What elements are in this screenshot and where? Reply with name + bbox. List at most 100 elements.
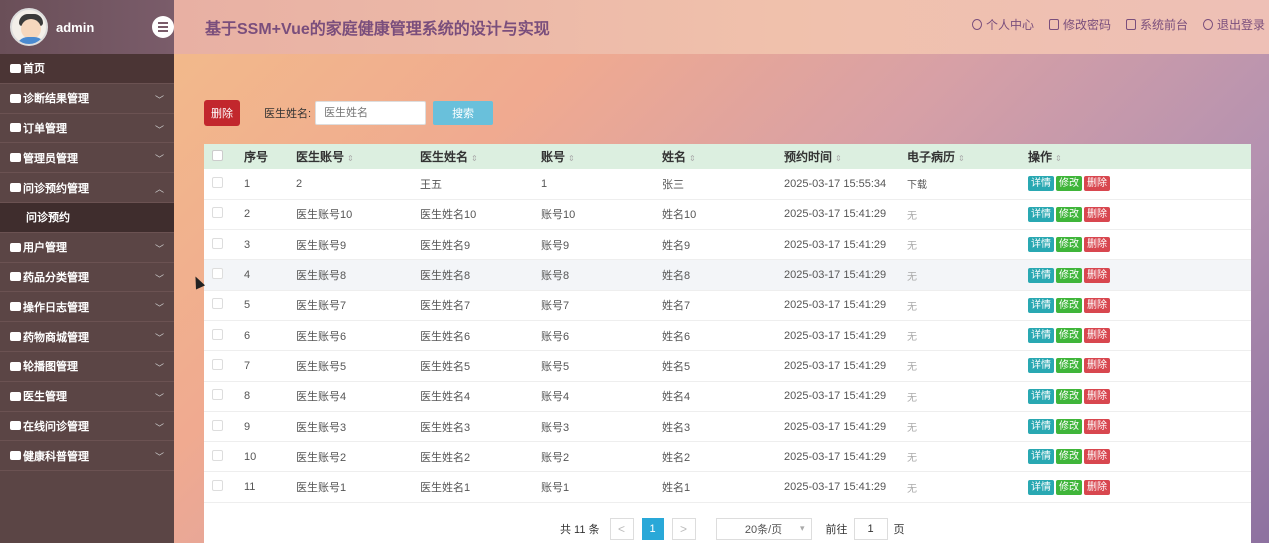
delete-button[interactable]: 删除 — [1084, 237, 1110, 253]
row-checkbox[interactable] — [212, 328, 223, 340]
chevron-down-icon: ﹀ — [154, 422, 164, 433]
detail-button[interactable]: 详情 — [1028, 449, 1054, 465]
home-icon — [1125, 19, 1136, 30]
edit-button[interactable]: 修改 — [1056, 419, 1082, 435]
goto-page-input[interactable]: 1 — [853, 518, 888, 540]
edit-button[interactable]: 修改 — [1056, 388, 1082, 404]
row-checkbox[interactable] — [212, 389, 223, 401]
cell-acc: 账号1 — [541, 482, 570, 495]
edit-button[interactable]: 修改 — [1056, 479, 1082, 495]
sidebar-item-12[interactable]: 在线问诊管理 ﹀ — [0, 411, 174, 442]
sidebar-item-3[interactable]: 管理员管理 ﹀ — [0, 143, 174, 174]
sidebar-item-7[interactable]: 药品分类管理 ﹀ — [0, 262, 174, 293]
row-checkbox[interactable] — [212, 449, 223, 461]
detail-button[interactable]: 详情 — [1028, 388, 1054, 404]
sidebar-item-1[interactable]: 诊断结果管理 ﹀ — [0, 83, 174, 114]
sidebar-item-9[interactable]: 药物商城管理 ﹀ — [0, 322, 174, 352]
menu-icon — [10, 123, 21, 133]
select-all-checkbox[interactable] — [212, 149, 223, 161]
delete-button[interactable]: 删除 — [1084, 206, 1110, 222]
cell-doc_acc: 医生账号3 — [296, 421, 347, 434]
edit-button[interactable]: 修改 — [1056, 267, 1082, 283]
row-checkbox[interactable] — [212, 207, 223, 219]
profile-link[interactable]: 个人中心 — [971, 16, 1034, 33]
sidebar-item-11[interactable]: 医生管理 ﹀ — [0, 381, 174, 412]
sidebar-item-8[interactable]: 操作日志管理 ﹀ — [0, 292, 174, 323]
search-button[interactable]: 搜索 — [433, 101, 494, 125]
menu-collapse-icon[interactable] — [152, 16, 174, 38]
col-header-name[interactable]: 姓名 ⇕ — [662, 144, 784, 169]
row-checkbox[interactable] — [212, 237, 223, 249]
detail-button[interactable]: 详情 — [1028, 479, 1054, 495]
delete-button[interactable]: 删除 — [1084, 449, 1110, 465]
detail-button[interactable]: 详情 — [1028, 297, 1054, 313]
row-checkbox[interactable] — [212, 176, 223, 188]
edit-button[interactable]: 修改 — [1056, 206, 1082, 222]
col-header-account[interactable]: 账号 ⇕ — [541, 144, 662, 169]
delete-button[interactable]: 删除 — [1084, 388, 1110, 404]
sidebar-item-0[interactable]: 首页 — [0, 54, 174, 84]
detail-button[interactable]: 详情 — [1028, 358, 1054, 374]
appointment-table: 序号 医生账号 ⇕ 医生姓名 ⇕ 账号 ⇕ 姓名 ⇕ 预约时间 ⇕ 电子病历 ⇕ 操作 ⇕ 1… — [204, 144, 1251, 543]
sidebar-item-10[interactable]: 轮播图管理 ﹀ — [0, 351, 174, 382]
detail-button[interactable]: 详情 — [1028, 206, 1054, 222]
delete-button[interactable]: 删除 — [1084, 267, 1110, 283]
page-number-current[interactable]: 1 — [641, 518, 664, 540]
prev-page-button[interactable]: < — [609, 518, 634, 540]
col-header-record[interactable]: 电子病历 ⇕ — [907, 144, 1028, 169]
logout-link[interactable]: 退出登录 — [1202, 16, 1265, 33]
cell-no: 10 — [244, 450, 257, 463]
edit-button[interactable]: 修改 — [1056, 328, 1082, 344]
edit-button[interactable]: 修改 — [1056, 237, 1082, 253]
detail-button[interactable]: 详情 — [1028, 237, 1054, 253]
change-password-link[interactable]: 修改密码 — [1048, 16, 1111, 33]
frontend-link[interactable]: 系统前台 — [1125, 16, 1188, 33]
col-header-time[interactable]: 预约时间 ⇕ — [784, 144, 907, 169]
edit-button[interactable]: 修改 — [1056, 176, 1082, 192]
col-header-actions[interactable]: 操作 ⇕ — [1028, 144, 1251, 169]
sidebar: admin 首页 诊断结果管理 ﹀ 订单管理 ﹀ 管理员管理 ﹀ 问诊预约管理 ︿ 问诊预约 用户管… — [0, 0, 174, 543]
delete-button[interactable]: 删除 — [1084, 479, 1110, 495]
pagination-total: 共 11 条 — [560, 524, 600, 536]
row-checkbox[interactable] — [212, 480, 223, 492]
delete-button[interactable]: 删除 — [1084, 297, 1110, 313]
cell-acc: 账号2 — [541, 451, 570, 464]
cell-record[interactable]: 下载 — [907, 180, 927, 191]
batch-delete-button[interactable]: 删除 — [204, 100, 240, 126]
delete-button[interactable]: 删除 — [1084, 419, 1110, 435]
delete-button[interactable]: 删除 — [1084, 176, 1110, 192]
sidebar-item-5[interactable]: 问诊预约 — [0, 202, 174, 233]
row-checkbox[interactable] — [212, 419, 223, 431]
doctor-name-search-input[interactable] — [315, 101, 427, 125]
cell-time: 2025-03-17 15:41:29 — [784, 238, 887, 251]
chevron-down-icon: ﹀ — [154, 333, 164, 344]
row-checkbox[interactable] — [212, 358, 223, 370]
cell-doc_acc: 医生账号2 — [296, 451, 347, 464]
sidebar-item-label: 药品分类管理 — [23, 271, 89, 284]
edit-button[interactable]: 修改 — [1056, 449, 1082, 465]
avatar[interactable] — [10, 8, 48, 46]
detail-button[interactable]: 详情 — [1028, 419, 1054, 435]
edit-button[interactable]: 修改 — [1056, 358, 1082, 374]
detail-button[interactable]: 详情 — [1028, 267, 1054, 283]
sidebar-item-label: 管理员管理 — [23, 152, 78, 165]
cell-name: 姓名9 — [662, 239, 691, 252]
edit-button[interactable]: 修改 — [1056, 297, 1082, 313]
row-checkbox[interactable] — [212, 268, 223, 280]
cell-doc_acc: 医生账号8 — [296, 270, 347, 283]
detail-button[interactable]: 详情 — [1028, 176, 1054, 192]
col-header-doctor-account[interactable]: 医生账号 ⇕ — [296, 144, 420, 169]
col-header-doctor-name[interactable]: 医生姓名 ⇕ — [420, 144, 541, 169]
sidebar-item-2[interactable]: 订单管理 ﹀ — [0, 113, 174, 144]
delete-button[interactable]: 删除 — [1084, 328, 1110, 344]
cell-time: 2025-03-17 15:41:29 — [784, 450, 887, 463]
sidebar-item-4[interactable]: 问诊预约管理 ︿ — [0, 173, 174, 203]
row-checkbox[interactable] — [212, 298, 223, 310]
sidebar-item-13[interactable]: 健康科普管理 ﹀ — [0, 441, 174, 472]
delete-button[interactable]: 删除 — [1084, 358, 1110, 374]
sidebar-item-6[interactable]: 用户管理 ﹀ — [0, 232, 174, 263]
page-size-select[interactable]: 20条/页 ▾ — [715, 518, 812, 540]
next-page-button[interactable]: > — [671, 518, 696, 540]
detail-button[interactable]: 详情 — [1028, 328, 1054, 344]
table-row: 8 医生账号4 医生姓名4 账号4 姓名4 2025-03-17 15:41:29 无 详情修… — [204, 381, 1251, 412]
